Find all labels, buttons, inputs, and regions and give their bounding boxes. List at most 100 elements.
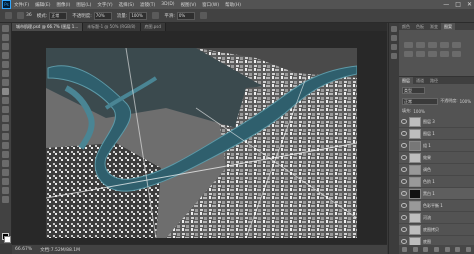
visibility-eye-icon[interactable] [401, 239, 407, 244]
visibility-eye-icon[interactable] [401, 131, 407, 136]
canvas-area[interactable] [12, 31, 387, 244]
brush-size-value[interactable]: 36 [26, 13, 32, 18]
menu-filter[interactable]: 滤镜(T) [140, 2, 155, 8]
lasso-tool-icon[interactable] [2, 43, 9, 50]
marquee-tool-icon[interactable] [2, 34, 9, 41]
pen-tool-icon[interactable] [2, 151, 9, 158]
preset-swatch[interactable] [428, 42, 437, 48]
eyedropper-tool-icon[interactable] [2, 70, 9, 77]
visibility-eye-icon[interactable] [401, 167, 407, 172]
preset-swatch[interactable] [428, 51, 437, 57]
opacity-input[interactable]: 70% [93, 11, 112, 20]
dodge-tool-icon[interactable] [2, 142, 9, 149]
tab-document-1[interactable]: 城市肌理.psd @ 66.7% (图层 1... [12, 23, 84, 31]
brush-tool-preset-icon[interactable] [5, 12, 12, 19]
menu-layer[interactable]: 图层(L) [76, 2, 91, 8]
layer-row[interactable]: 图层 3 [399, 116, 474, 128]
settings-gear-icon[interactable] [199, 12, 207, 19]
visibility-eye-icon[interactable] [401, 191, 407, 196]
menu-3d[interactable]: 3D(D) [161, 2, 174, 7]
layer-row[interactable]: 组 1 [399, 140, 474, 152]
tab-paths[interactable]: 路径 [427, 77, 441, 84]
menu-help[interactable]: 帮助(H) [225, 2, 241, 8]
tab-document-3[interactable]: 底图.psd [140, 23, 166, 31]
document-canvas[interactable] [46, 48, 357, 238]
healing-brush-tool-icon[interactable] [2, 79, 9, 86]
tab-swatches[interactable]: 色板 [413, 23, 427, 30]
blur-tool-icon[interactable] [2, 133, 9, 140]
menu-window[interactable]: 窗口(W) [202, 2, 219, 8]
visibility-eye-icon[interactable] [401, 155, 407, 160]
zoom-tool-icon[interactable] [2, 196, 9, 203]
layer-row[interactable]: 河流 [399, 212, 474, 224]
layer-row[interactable]: 效果 [399, 152, 474, 164]
close-icon[interactable]: ✕ [467, 1, 472, 8]
menu-select[interactable]: 选择(S) [119, 2, 134, 8]
zoom-level[interactable]: 66.67% [15, 247, 32, 252]
new-group-icon[interactable] [444, 247, 450, 252]
tab-gradients[interactable]: 渐变 [427, 23, 441, 30]
new-adjustment-icon[interactable] [433, 247, 439, 252]
menu-edit[interactable]: 编辑(E) [35, 2, 50, 8]
mode-select[interactable]: 正常 [49, 11, 68, 20]
preset-swatch[interactable] [440, 51, 449, 57]
minimize-icon[interactable]: — [443, 1, 449, 8]
crop-tool-icon[interactable] [2, 61, 9, 68]
gradient-tool-icon[interactable] [2, 124, 9, 131]
tab-document-2[interactable]: 未标题-1 @ 50% (RGB/8) [83, 23, 141, 31]
eraser-tool-icon[interactable] [2, 115, 9, 122]
layer-style-icon[interactable] [412, 247, 418, 252]
menu-image[interactable]: 图像(I) [56, 2, 70, 8]
preset-swatch[interactable] [440, 42, 449, 48]
clone-stamp-tool-icon[interactable] [2, 97, 9, 104]
character-panel-icon[interactable] [391, 53, 397, 59]
quick-select-tool-icon[interactable] [2, 52, 9, 59]
tab-channels[interactable]: 通道 [413, 77, 427, 84]
tab-patterns[interactable]: 图案 [441, 23, 455, 30]
preset-swatch[interactable] [416, 42, 425, 48]
layer-row[interactable]: 色阶 1 [399, 176, 474, 188]
preset-swatch[interactable] [452, 42, 461, 48]
path-select-tool-icon[interactable] [2, 169, 9, 176]
smoothing-input[interactable]: 0% [176, 11, 195, 20]
visibility-eye-icon[interactable] [401, 179, 407, 184]
tab-color[interactable]: 颜色 [399, 23, 413, 30]
history-panel-icon[interactable] [391, 26, 397, 32]
menu-view[interactable]: 视图(V) [181, 2, 197, 8]
new-layer-icon[interactable] [455, 247, 461, 252]
preset-swatch[interactable] [452, 51, 461, 57]
layer-row[interactable]: 调色 [399, 164, 474, 176]
visibility-eye-icon[interactable] [401, 119, 407, 124]
add-mask-icon[interactable] [423, 247, 429, 252]
tab-layers[interactable]: 图层 [399, 77, 413, 84]
link-layers-icon[interactable] [401, 247, 407, 252]
visibility-eye-icon[interactable] [401, 215, 407, 220]
flow-input[interactable]: 100% [129, 11, 148, 20]
fill-value[interactable]: 100% [413, 109, 424, 114]
preset-swatch[interactable] [416, 51, 425, 57]
type-tool-icon[interactable] [2, 160, 9, 167]
preset-swatch[interactable] [404, 51, 413, 57]
layer-opacity-value[interactable]: 100% [460, 99, 471, 104]
visibility-eye-icon[interactable] [401, 227, 407, 232]
visibility-eye-icon[interactable] [401, 203, 407, 208]
brush-tool-icon[interactable] [2, 88, 9, 95]
layer-row[interactable]: 底图拷贝 [399, 224, 474, 236]
menu-file[interactable]: 文件(F) [14, 2, 29, 8]
delete-layer-icon[interactable] [466, 247, 472, 252]
layer-row[interactable]: 黑白 1 [399, 188, 474, 200]
move-tool-icon[interactable] [2, 25, 9, 32]
brush-tip-icon[interactable] [17, 12, 24, 19]
hand-tool-icon[interactable] [2, 187, 9, 194]
layer-filter-select[interactable]: 类型 [402, 86, 425, 94]
background-color-swatch[interactable] [4, 236, 11, 243]
history-brush-tool-icon[interactable] [2, 106, 9, 113]
rectangle-tool-icon[interactable] [2, 178, 9, 185]
visibility-eye-icon[interactable] [401, 143, 407, 148]
menu-type[interactable]: 文字(Y) [97, 2, 112, 8]
adjustments-panel-icon[interactable] [391, 44, 397, 50]
airbrush-icon[interactable] [152, 12, 160, 19]
properties-panel-icon[interactable] [391, 35, 397, 41]
layer-row[interactable]: 图层 1 [399, 128, 474, 140]
blend-mode-select[interactable]: 正常 [402, 97, 439, 105]
